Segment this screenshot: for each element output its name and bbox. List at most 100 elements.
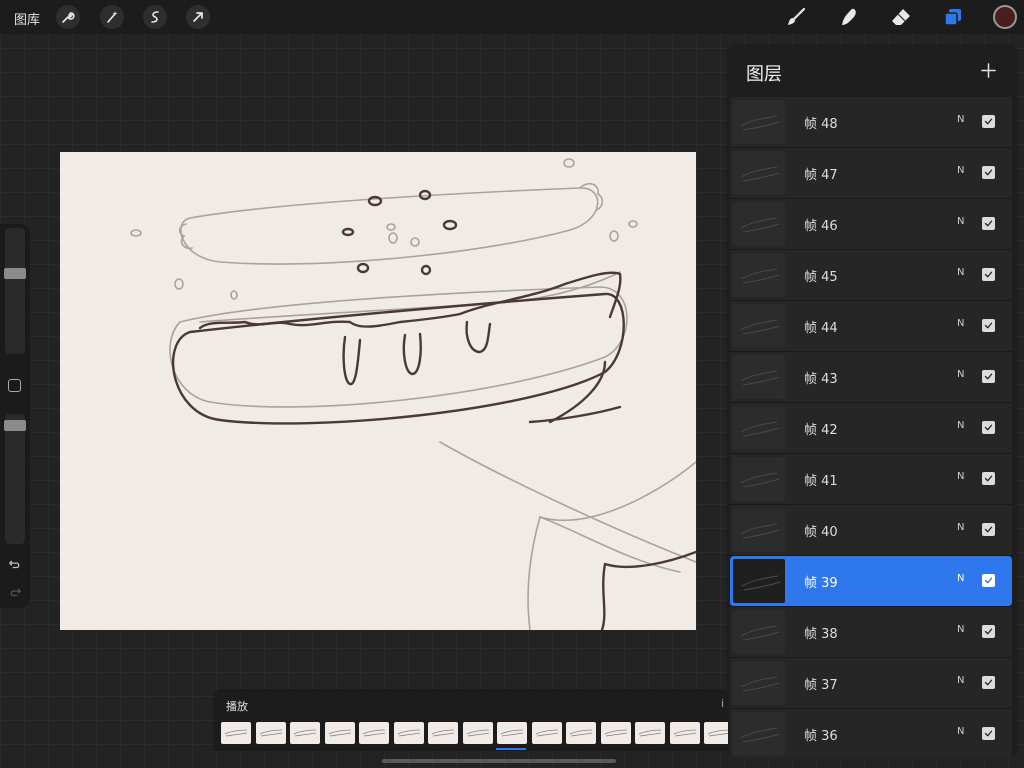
- gallery-button[interactable]: 图库: [14, 9, 40, 28]
- layer-name: 帧 38: [804, 627, 838, 642]
- layer-row[interactable]: 帧 42 N: [730, 403, 1012, 454]
- timeline-frame[interactable]: [290, 722, 320, 744]
- layer-name: 帧 39: [804, 576, 838, 591]
- layer-row[interactable]: 帧 48 N: [730, 97, 1012, 148]
- timeline-frame[interactable]: [324, 722, 355, 744]
- layer-name: 帧 36: [804, 729, 838, 744]
- timeline-frame[interactable]: [255, 722, 286, 744]
- timeline-frame[interactable]: [393, 722, 424, 744]
- visibility-checkbox[interactable]: [982, 166, 995, 179]
- layer-row[interactable]: 帧 41 N: [730, 454, 1012, 505]
- layer-name: 帧 48: [804, 117, 838, 132]
- blend-mode-button[interactable]: N: [957, 165, 964, 176]
- layer-thumbnail: [733, 661, 785, 705]
- blend-mode-button[interactable]: N: [957, 267, 964, 278]
- layer-thumbnail: [733, 151, 785, 195]
- frame-strip: [221, 722, 728, 744]
- blend-mode-button[interactable]: N: [957, 675, 964, 686]
- layer-thumbnail: [733, 355, 785, 399]
- modify-button[interactable]: [8, 379, 21, 392]
- blend-mode-button[interactable]: N: [957, 216, 964, 227]
- layers-panel-title: 图层: [746, 64, 782, 85]
- layer-row[interactable]: 帧 39 N: [730, 556, 1012, 607]
- magic-wand-icon[interactable]: [100, 5, 124, 29]
- left-sidebar: [0, 224, 30, 608]
- brush-size-thumb[interactable]: [4, 268, 26, 279]
- blend-mode-button[interactable]: N: [957, 471, 964, 482]
- layers-icon[interactable]: [940, 4, 966, 30]
- visibility-checkbox[interactable]: [982, 676, 995, 689]
- layer-thumbnail: [733, 304, 785, 348]
- blend-mode-button[interactable]: N: [957, 573, 964, 584]
- layer-row[interactable]: 帧 37 N: [730, 658, 1012, 709]
- visibility-checkbox[interactable]: [982, 574, 995, 587]
- brush-icon[interactable]: [783, 4, 809, 30]
- blend-mode-button[interactable]: N: [957, 318, 964, 329]
- layer-thumbnail: [733, 406, 785, 450]
- timeline-frame[interactable]: [221, 722, 251, 744]
- blend-mode-button[interactable]: N: [957, 522, 964, 533]
- layer-thumbnail: [733, 610, 785, 654]
- transform-arrow-icon[interactable]: [186, 5, 210, 29]
- layer-row[interactable]: 帧 36 N: [730, 709, 1012, 758]
- eraser-icon[interactable]: [888, 4, 914, 30]
- visibility-checkbox[interactable]: [982, 370, 995, 383]
- timeline-frame[interactable]: [531, 722, 562, 744]
- visibility-checkbox[interactable]: [982, 523, 995, 536]
- layer-row[interactable]: 帧 40 N: [730, 505, 1012, 556]
- visibility-checkbox[interactable]: [982, 319, 995, 332]
- opacity-thumb[interactable]: [4, 420, 26, 431]
- layer-thumbnail: [733, 202, 785, 246]
- undo-icon[interactable]: [7, 556, 23, 572]
- smudge-icon[interactable]: [836, 4, 862, 30]
- layer-name: 帧 44: [804, 321, 838, 336]
- timeline-frame[interactable]: [635, 722, 665, 744]
- visibility-checkbox[interactable]: [982, 421, 995, 434]
- timeline-frame[interactable]: [704, 722, 728, 744]
- selection-icon[interactable]: [143, 5, 167, 29]
- timeline-frame[interactable]: [669, 722, 700, 744]
- timeline-frame[interactable]: [497, 722, 527, 744]
- visibility-checkbox[interactable]: [982, 472, 995, 485]
- opacity-slider[interactable]: [4, 414, 26, 544]
- blend-mode-button[interactable]: N: [957, 420, 964, 431]
- redo-icon[interactable]: [7, 584, 23, 600]
- color-picker-swatch[interactable]: [993, 5, 1017, 29]
- visibility-checkbox[interactable]: [982, 625, 995, 638]
- visibility-checkbox[interactable]: [982, 268, 995, 281]
- layer-name: 帧 41: [804, 474, 838, 489]
- layer-name: 帧 45: [804, 270, 838, 285]
- plus-icon[interactable]: [976, 58, 1000, 82]
- layer-thumbnail: [733, 712, 785, 756]
- layer-thumbnail: [733, 253, 785, 297]
- blend-mode-button[interactable]: N: [957, 624, 964, 635]
- visibility-checkbox[interactable]: [982, 115, 995, 128]
- timeline-frame[interactable]: [566, 722, 596, 744]
- hotdog-sketch: [130, 158, 696, 630]
- wrench-icon[interactable]: [56, 5, 80, 29]
- layer-name: 帧 37: [804, 678, 838, 693]
- layer-name: 帧 46: [804, 219, 838, 234]
- blend-mode-button[interactable]: N: [957, 114, 964, 125]
- timeline-frame[interactable]: [359, 722, 389, 744]
- timeline-frame[interactable]: [428, 722, 458, 744]
- drawing-canvas[interactable]: [60, 152, 696, 630]
- visibility-checkbox[interactable]: [982, 727, 995, 740]
- layer-name: 帧 47: [804, 168, 838, 183]
- visibility-checkbox[interactable]: [982, 217, 995, 230]
- layer-row[interactable]: 帧 47 N: [730, 148, 1012, 199]
- timeline-frame[interactable]: [600, 722, 631, 744]
- timeline-frame[interactable]: [462, 722, 493, 744]
- layer-row[interactable]: 帧 45 N: [730, 250, 1012, 301]
- layer-row[interactable]: 帧 44 N: [730, 301, 1012, 352]
- brush-size-slider[interactable]: [4, 228, 26, 354]
- layer-thumbnail: [733, 508, 785, 552]
- layer-row[interactable]: 帧 38 N: [730, 607, 1012, 658]
- blend-mode-button[interactable]: N: [957, 369, 964, 380]
- layer-thumbnail: [733, 559, 785, 603]
- blend-mode-button[interactable]: N: [957, 726, 964, 737]
- settings-hint-icon[interactable]: i: [721, 697, 724, 710]
- layer-row[interactable]: 帧 46 N: [730, 199, 1012, 250]
- layer-row[interactable]: 帧 43 N: [730, 352, 1012, 403]
- play-button[interactable]: 播放: [226, 698, 248, 714]
